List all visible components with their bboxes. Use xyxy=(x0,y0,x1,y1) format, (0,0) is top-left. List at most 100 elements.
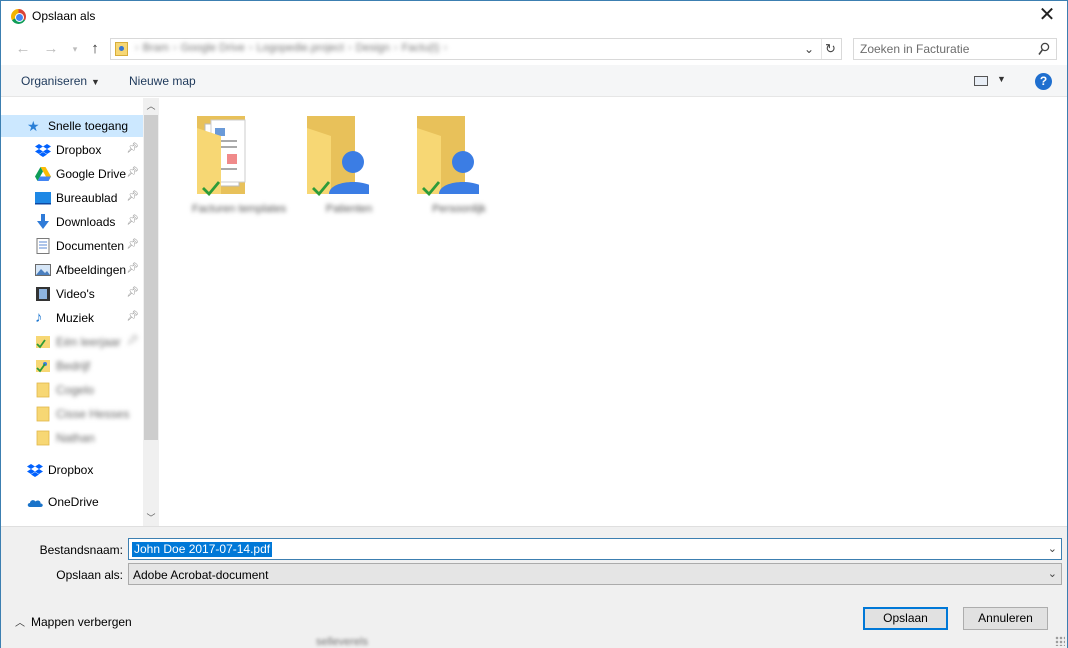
pin-icon: 📌︎ xyxy=(126,263,139,274)
user-folder-icon xyxy=(115,42,128,56)
save-button[interactable]: Opslaan xyxy=(863,607,948,630)
sidebar-item-google-drive[interactable]: Google Drive 📌︎ xyxy=(1,163,143,185)
background-window-text: selleverels xyxy=(316,636,368,648)
chrome-icon xyxy=(11,9,26,24)
sidebar-item-desktop[interactable]: Bureaublad 📌︎ xyxy=(1,187,143,209)
search-box[interactable] xyxy=(853,38,1057,60)
sidebar-item-label: Eén leerjaar xyxy=(56,335,121,349)
hide-folders-label: Mappen verbergen xyxy=(31,615,132,629)
sidebar-item-documents[interactable]: Documenten 📌︎ xyxy=(1,235,143,257)
folder-item[interactable]: Facturen templates xyxy=(179,98,286,218)
address-dropdown-icon[interactable]: ⌄ xyxy=(801,39,817,59)
filetype-label: Opslaan als: xyxy=(56,568,123,582)
chevron-down-icon[interactable]: ⌄ xyxy=(1048,542,1057,555)
folder-icon xyxy=(36,382,50,398)
breadcrumb-separator: › xyxy=(393,42,398,54)
search-icon[interactable] xyxy=(1038,42,1050,56)
onedrive-cloud-icon xyxy=(27,500,43,507)
sidebar-item-pictures[interactable]: Afbeeldingen 📌︎ xyxy=(1,259,143,281)
sidebar-item-label: Nathan xyxy=(56,431,95,445)
sidebar-item-label: Snelle toegang xyxy=(48,119,129,133)
hide-folders-toggle[interactable]: ︿ Mappen verbergen xyxy=(15,614,132,629)
dropbox-icon xyxy=(35,144,51,157)
sidebar-item-folder[interactable]: Bedrijf xyxy=(1,355,143,377)
search-input[interactable] xyxy=(860,41,1030,57)
command-toolbar: Organiseren ▼ Nieuwe map ▼ ? xyxy=(1,65,1067,97)
cancel-button[interactable]: Annuleren xyxy=(963,607,1048,630)
pictures-icon xyxy=(35,264,51,276)
breadcrumb-item[interactable]: Google Drive xyxy=(181,42,245,54)
sidebar-item-label: Afbeeldingen xyxy=(56,263,127,277)
up-arrow-icon[interactable]: ↑ xyxy=(85,39,105,59)
chevron-down-icon[interactable]: ⌄ xyxy=(1048,567,1057,580)
new-folder-button[interactable]: Nieuwe map xyxy=(129,74,196,88)
scrollbar-thumb[interactable] xyxy=(144,115,158,440)
resize-grip-icon[interactable] xyxy=(1055,636,1065,646)
sidebar-item-label: Video's xyxy=(56,287,95,301)
filename-label: Bestandsnaam: xyxy=(39,543,123,557)
folder-item[interactable]: Patienten xyxy=(289,98,375,218)
google-drive-icon xyxy=(35,167,51,181)
breadcrumb-separator: › xyxy=(347,42,352,54)
folder-label: Facturen templates xyxy=(191,203,287,215)
filename-field[interactable]: John Doe 2017-07-14.pdf ⌄ xyxy=(128,538,1062,560)
pin-icon: 📌︎ xyxy=(126,167,139,178)
filetype-value: Adobe Acrobat-document xyxy=(133,568,269,582)
sidebar-item-label: Bedrijf xyxy=(56,359,91,373)
address-bar[interactable]: › Bram › Google Drive › Logopedie.projec… xyxy=(110,38,842,60)
help-icon[interactable]: ? xyxy=(1035,73,1052,90)
desktop-icon xyxy=(35,192,51,205)
folder-sync-icon xyxy=(36,336,50,349)
sidebar-item-label: Muziek xyxy=(56,311,95,325)
documents-icon xyxy=(36,238,50,254)
sync-check-icon xyxy=(202,181,221,196)
dropbox-icon xyxy=(27,464,43,477)
pin-icon: 📌︎ xyxy=(126,335,139,346)
folder-icon xyxy=(36,406,50,422)
navigation-bar: ← → ▾ ↑ › Bram › Google Drive › Logopedi… xyxy=(1,33,1067,65)
sidebar-item-music[interactable]: ♪ Muziek 📌︎ xyxy=(1,307,143,329)
filetype-select[interactable]: Adobe Acrobat-document ⌄ xyxy=(128,563,1062,585)
pin-icon: 📌︎ xyxy=(126,311,139,322)
music-icon: ♪ xyxy=(35,309,43,326)
view-options-icon[interactable] xyxy=(974,76,988,86)
sidebar-item-pinned-folder[interactable]: Eén leerjaar 📌︎ xyxy=(1,331,143,353)
sidebar-item-folder[interactable]: Nathan xyxy=(1,427,143,449)
folder-label: Patienten xyxy=(325,203,373,215)
forward-arrow-icon[interactable]: → xyxy=(41,39,61,59)
sidebar-item-label: Bureaublad xyxy=(56,191,118,205)
breadcrumb-separator: › xyxy=(135,42,139,54)
pin-icon: 📌︎ xyxy=(126,215,139,226)
breadcrumb-item[interactable]: Factu(t) xyxy=(402,42,440,54)
organize-menu[interactable]: Organiseren ▼ xyxy=(21,74,100,88)
navigation-scrollbar[interactable]: ︿ ﹀ xyxy=(143,98,159,526)
sidebar-item-onedrive[interactable]: OneDrive xyxy=(1,491,143,513)
close-icon[interactable]: ✕ xyxy=(1035,5,1059,27)
sidebar-item-folder[interactable]: Cogelo xyxy=(1,379,143,401)
sidebar-item-label: Google Drive xyxy=(56,167,127,181)
recent-locations-chevron-icon[interactable]: ▾ xyxy=(65,39,85,59)
scroll-down-icon[interactable]: ﹀ xyxy=(143,510,159,526)
file-list: Facturen templates Patienten Persoonlijk xyxy=(159,98,1067,526)
breadcrumb[interactable]: › Bram › Google Drive › Logopedie.projec… xyxy=(135,42,447,54)
sidebar-item-videos[interactable]: Video's 📌︎ xyxy=(1,283,143,305)
chevron-up-icon: ︿ xyxy=(15,618,25,629)
breadcrumb-item[interactable]: Bram xyxy=(143,42,169,54)
folder-item[interactable]: Persoonlijk xyxy=(399,98,486,218)
pin-icon: 📌︎ xyxy=(126,191,139,202)
caret-down-icon[interactable]: ▼ xyxy=(997,74,1006,84)
sidebar-item-folder[interactable]: Cisse Hesses xyxy=(1,403,143,425)
scroll-up-icon[interactable]: ︿ xyxy=(143,98,159,114)
folder-label: Persoonlijk xyxy=(432,203,486,215)
sidebar-item-quick-access[interactable]: ★ Snelle toegang xyxy=(1,115,143,137)
filename-value[interactable]: John Doe 2017-07-14.pdf xyxy=(132,542,273,557)
video-icon xyxy=(36,287,50,301)
breadcrumb-item[interactable]: Logopedie.project xyxy=(257,42,344,54)
sidebar-item-downloads[interactable]: Downloads 📌︎ xyxy=(1,211,143,233)
sidebar-item-dropbox-quick[interactable]: Dropbox 📌︎ xyxy=(1,139,143,161)
sidebar-item-dropbox[interactable]: Dropbox xyxy=(1,459,143,481)
title-bar: Opslaan als ✕ xyxy=(1,1,1067,32)
back-arrow-icon[interactable]: ← xyxy=(13,39,33,59)
breadcrumb-item[interactable]: Design xyxy=(356,42,390,54)
refresh-icon[interactable]: ↻ xyxy=(821,39,839,59)
